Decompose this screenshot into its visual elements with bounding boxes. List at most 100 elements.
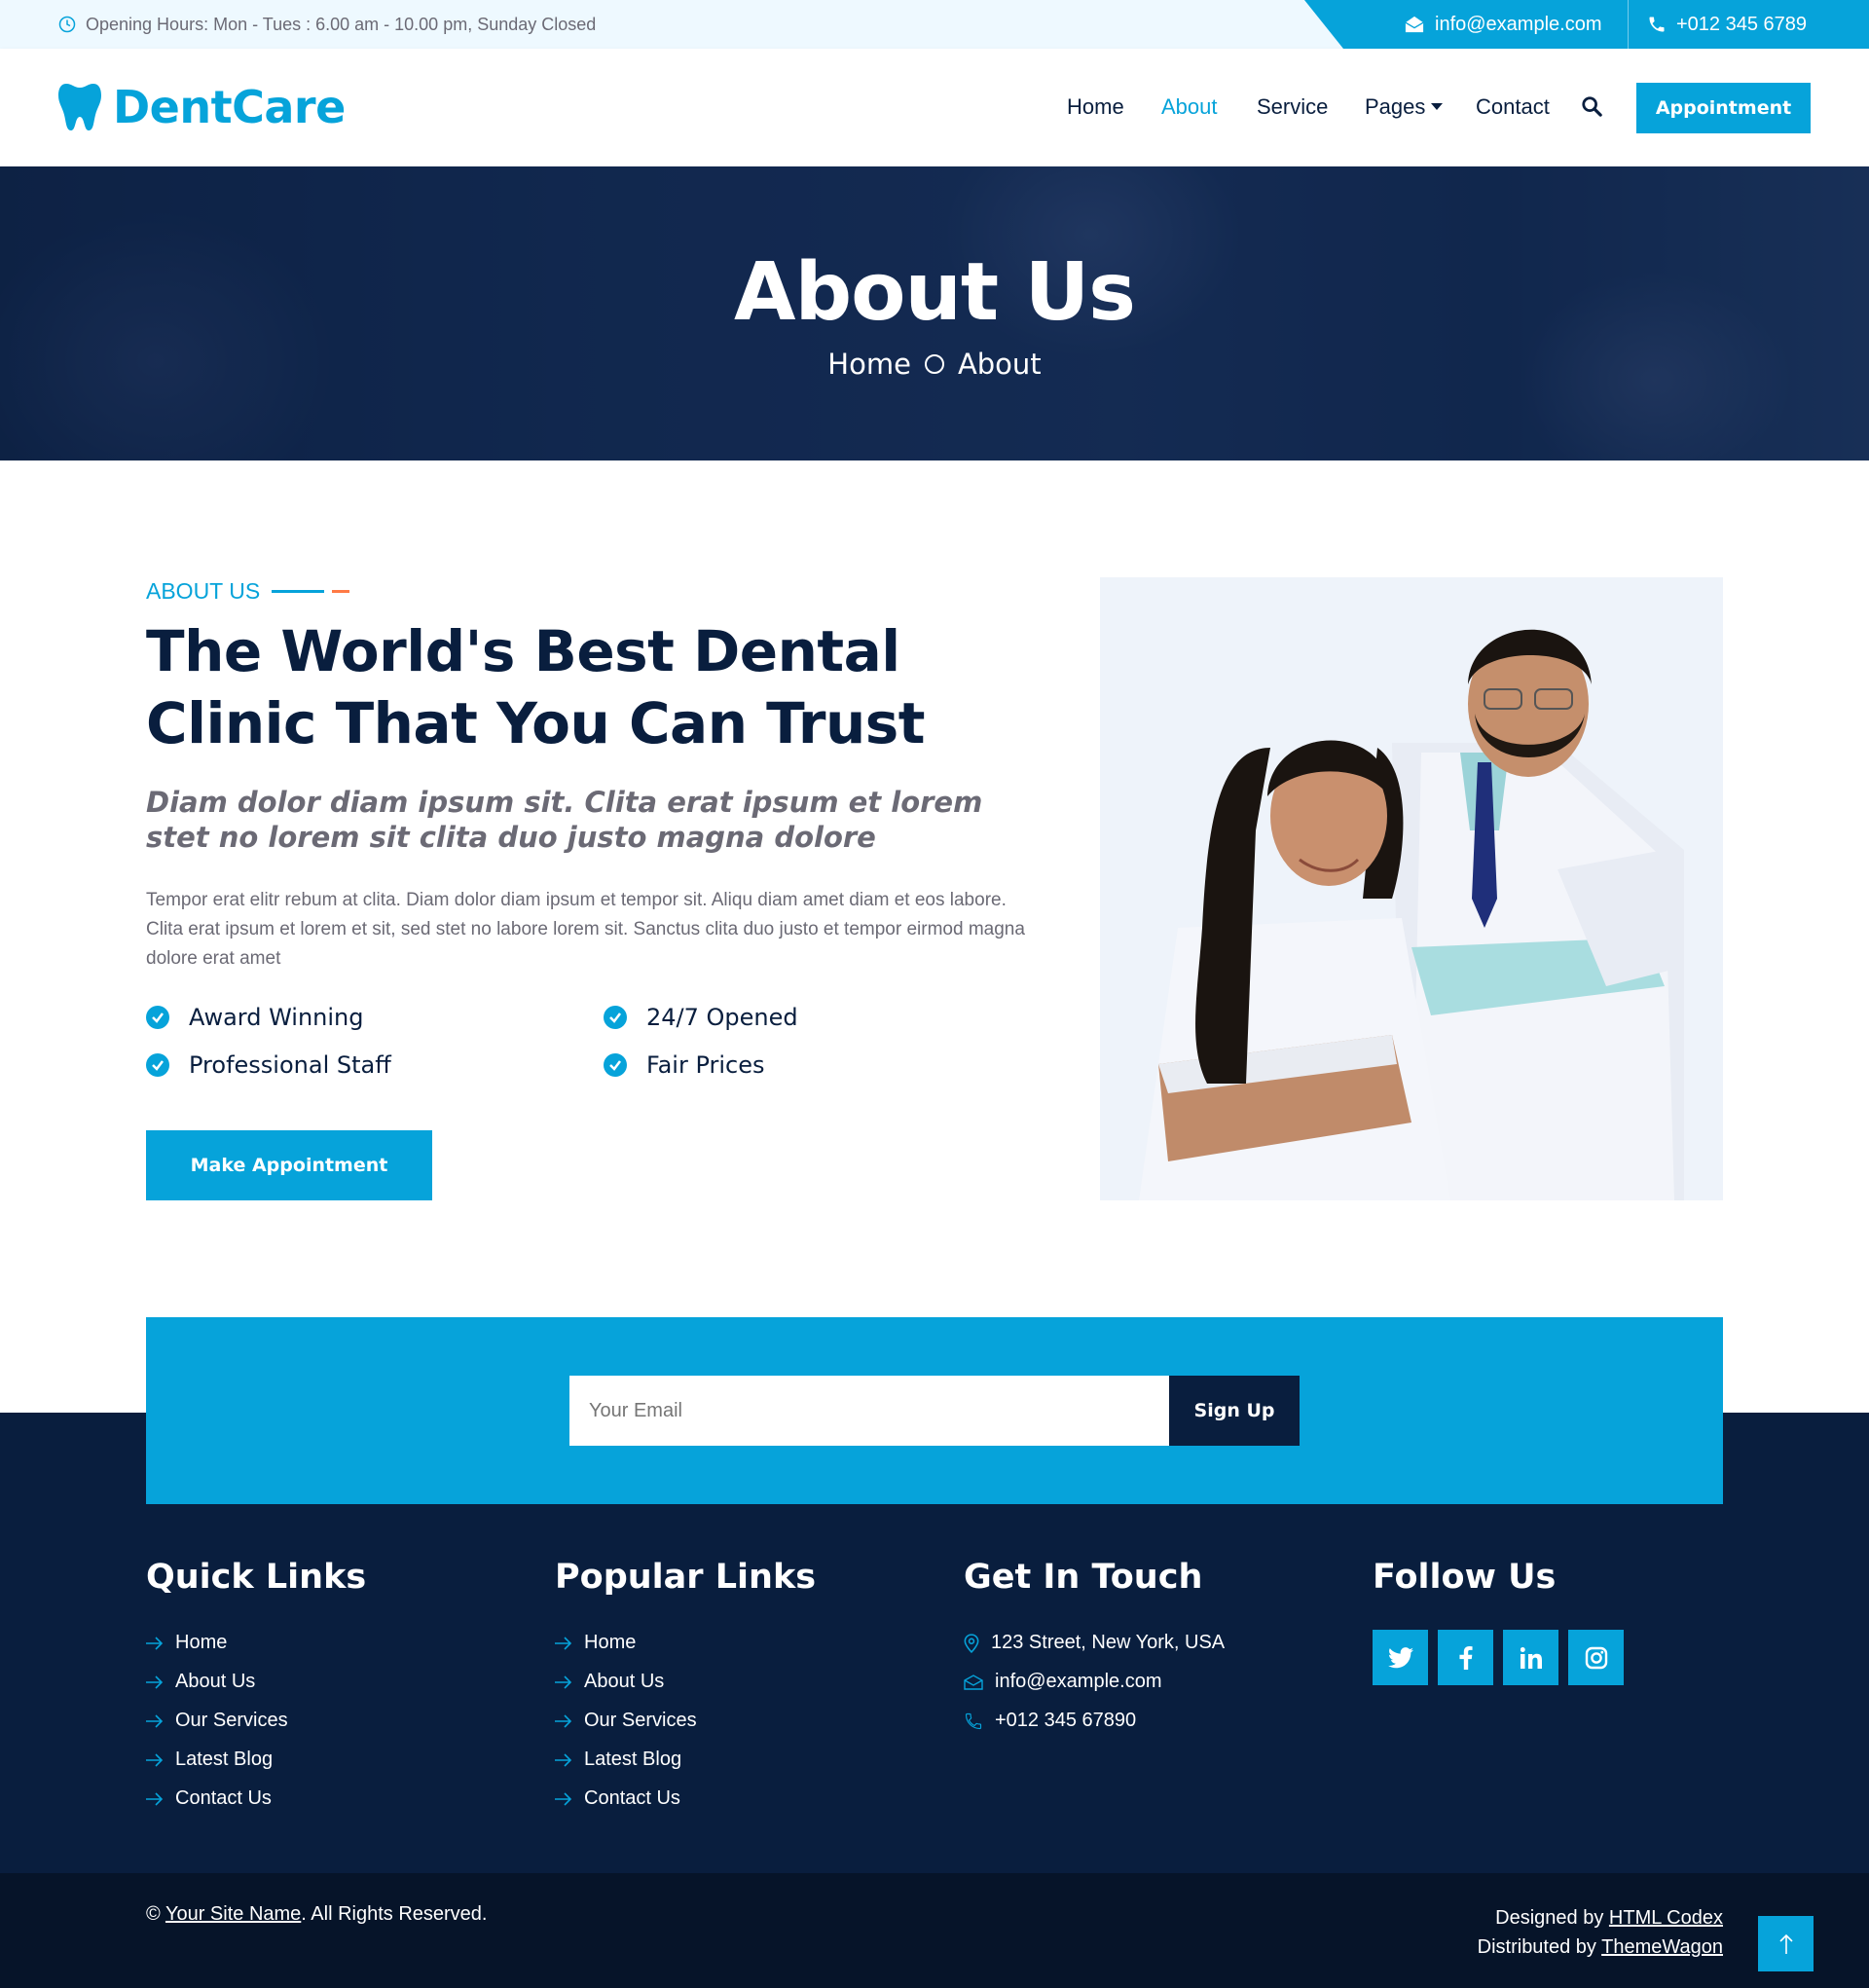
themewagon-link[interactable]: ThemeWagon: [1601, 1936, 1723, 1958]
quick-link-blog[interactable]: Latest Blog: [146, 1749, 273, 1771]
about-heading: The World's Best Dental Clinic That You …: [146, 618, 926, 756]
distributed-by-prefix: Distributed by: [1477, 1936, 1596, 1958]
feature-fair-prices: Fair Prices: [604, 1051, 765, 1079]
twitter-icon: [1387, 1646, 1413, 1668]
brand-name: DentCare: [113, 81, 346, 133]
contact-email-text: info@example.com: [995, 1671, 1162, 1692]
quick-link-home[interactable]: Home: [146, 1632, 227, 1654]
feature-label: Professional Staff: [189, 1051, 391, 1079]
feature-label: Fair Prices: [646, 1051, 765, 1079]
breadcrumb-current[interactable]: About: [958, 348, 1042, 381]
breadcrumb-home[interactable]: Home: [827, 348, 911, 381]
nav-service[interactable]: Service: [1257, 94, 1328, 120]
contact-phone[interactable]: +012 345 67890: [964, 1710, 1136, 1732]
designed-by-prefix: Designed by: [1495, 1907, 1604, 1929]
popular-link-label: Our Services: [584, 1710, 697, 1731]
popular-link-home[interactable]: Home: [555, 1632, 636, 1654]
popular-link-blog[interactable]: Latest Blog: [555, 1749, 681, 1771]
twitter-button[interactable]: [1373, 1630, 1428, 1685]
quick-link-label: Latest Blog: [175, 1749, 274, 1770]
appointment-button[interactable]: Appointment: [1636, 83, 1811, 133]
arrow-right-icon: [555, 1675, 572, 1689]
topbar-phone-link[interactable]: +012 345 6789: [1647, 0, 1807, 49]
clock-icon: [58, 16, 76, 33]
check-circle-icon: [604, 1053, 627, 1077]
popular-link-contact[interactable]: Contact Us: [555, 1787, 680, 1810]
linkedin-button[interactable]: [1503, 1630, 1558, 1685]
eyebrow-accent-line: [332, 590, 350, 593]
check-circle-icon: [604, 1006, 627, 1029]
popular-link-label: Contact Us: [584, 1787, 680, 1809]
page-title: About Us: [733, 246, 1136, 339]
breadcrumb-separator-icon: [924, 354, 944, 374]
opening-hours: Opening Hours: Mon - Tues : 6.00 am - 10…: [58, 0, 596, 49]
html-codex-link[interactable]: HTML Codex: [1609, 1907, 1723, 1929]
topbar-divider: [1628, 0, 1629, 49]
nav-home[interactable]: Home: [1067, 94, 1124, 120]
arrow-right-icon: [146, 1713, 164, 1728]
arrow-right-icon: [146, 1791, 164, 1806]
themewagon-text: ThemeWagon: [1601, 1936, 1723, 1958]
breadcrumb: Home About: [0, 348, 1869, 381]
eyebrow-text: ABOUT US: [146, 578, 261, 604]
rights-text: . All Rights Reserved.: [301, 1903, 488, 1925]
search-icon[interactable]: [1581, 95, 1602, 117]
quick-link-services[interactable]: Our Services: [146, 1710, 288, 1732]
nav-about[interactable]: About: [1161, 94, 1218, 120]
arrow-up-icon: [1778, 1933, 1793, 1954]
contact-address: 123 Street, New York, USA: [964, 1632, 1225, 1654]
feature-24-7-opened: 24/7 Opened: [604, 1004, 798, 1031]
quick-link-about[interactable]: About Us: [146, 1671, 255, 1693]
quick-link-label: Our Services: [175, 1710, 288, 1731]
designed-by-line: Designed by HTML Codex: [1478, 1903, 1723, 1933]
newsletter-banner: Sign Up: [146, 1317, 1723, 1504]
distributed-by-line: Distributed by ThemeWagon: [1478, 1933, 1723, 1962]
contact-email[interactable]: info@example.com: [964, 1671, 1161, 1693]
quick-link-label: About Us: [175, 1671, 256, 1692]
nav-pages-dropdown[interactable]: Pages: [1365, 94, 1444, 120]
phone-icon: [965, 1712, 982, 1729]
contact-phone-text: +012 345 67890: [995, 1710, 1137, 1731]
page-header: About Us Home About: [0, 166, 1869, 460]
about-paragraph: Tempor erat elitr rebum at clita. Diam d…: [146, 890, 1025, 969]
eyebrow-line: [272, 590, 325, 593]
copyright-text: © Your Site Name. All Rights Reserved.: [146, 1903, 488, 1926]
quick-link-label: Home: [175, 1632, 228, 1653]
site-name-link[interactable]: Your Site Name: [165, 1903, 301, 1925]
arrow-right-icon: [146, 1636, 164, 1650]
topbar-email-link[interactable]: info@example.com: [1404, 0, 1601, 49]
popular-link-services[interactable]: Our Services: [555, 1710, 697, 1732]
map-marker-icon: [964, 1633, 979, 1653]
arrow-right-icon: [555, 1713, 572, 1728]
caret-down-icon: [1431, 103, 1444, 110]
follow-us-title: Follow Us: [1373, 1558, 1557, 1597]
check-circle-icon: [146, 1006, 169, 1029]
make-appointment-button[interactable]: Make Appointment: [146, 1130, 432, 1200]
feature-award-winning: Award Winning: [146, 1004, 364, 1031]
quick-link-contact[interactable]: Contact Us: [146, 1787, 272, 1810]
arrow-right-icon: [146, 1752, 164, 1767]
about-image: [1100, 577, 1723, 1200]
popular-link-label: Home: [584, 1632, 637, 1653]
signup-button[interactable]: Sign Up: [1169, 1376, 1300, 1446]
quick-links-title: Quick Links: [146, 1558, 367, 1597]
topbar-email-text: info@example.com: [1435, 13, 1602, 35]
html-codex-text: HTML Codex: [1608, 1907, 1723, 1929]
arrow-right-icon: [146, 1675, 164, 1689]
nav-contact[interactable]: Contact: [1476, 94, 1550, 120]
facebook-button[interactable]: [1438, 1630, 1493, 1685]
instagram-icon: [1585, 1646, 1607, 1669]
facebook-icon: [1458, 1645, 1473, 1670]
arrow-right-icon: [555, 1752, 572, 1767]
copyright-symbol: ©: [146, 1903, 161, 1925]
topbar-phone-text: +012 345 6789: [1676, 13, 1808, 35]
contact-address-text: 123 Street, New York, USA: [991, 1632, 1226, 1653]
email-input[interactable]: [569, 1376, 1170, 1446]
brand-logo[interactable]: DentCare: [58, 81, 346, 133]
popular-link-about[interactable]: About Us: [555, 1671, 664, 1693]
back-to-top-button[interactable]: [1758, 1916, 1814, 1971]
popular-link-label: Latest Blog: [584, 1749, 682, 1770]
about-lead: Diam dolor diam ipsum sit. Clita erat ip…: [146, 786, 983, 854]
instagram-button[interactable]: [1568, 1630, 1624, 1685]
dentists-illustration: [1100, 577, 1723, 1200]
